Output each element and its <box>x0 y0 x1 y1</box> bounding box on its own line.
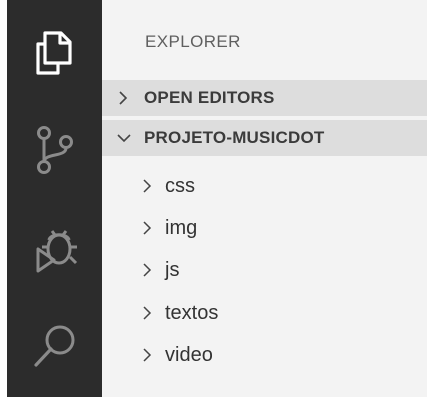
files-icon <box>32 25 78 75</box>
activity-source-control[interactable] <box>7 106 102 194</box>
explorer-sidebar: EXPLORER OPEN EDITORS PROJETO-MUSICDOT c… <box>102 0 427 397</box>
activity-explorer[interactable] <box>7 6 102 94</box>
vscode-window: EXPLORER OPEN EDITORS PROJETO-MUSICDOT c… <box>0 0 427 405</box>
section-project-root[interactable]: PROJETO-MUSICDOT <box>102 120 427 156</box>
folder-label: img <box>165 216 198 239</box>
source-control-icon <box>32 125 78 175</box>
search-icon <box>30 321 80 371</box>
section-label: OPEN EDITORS <box>144 88 275 107</box>
chevron-right-icon <box>116 90 130 111</box>
folder-img[interactable]: img <box>102 208 427 248</box>
folder-textos[interactable]: textos <box>102 293 427 333</box>
bottom-edge <box>0 397 427 405</box>
chevron-right-icon <box>141 220 153 241</box>
folder-label: textos <box>165 301 219 324</box>
sidebar-title: EXPLORER <box>145 32 241 51</box>
folder-label: css <box>165 174 195 197</box>
debug-icon <box>30 225 80 275</box>
folder-label: js <box>165 258 180 281</box>
section-open-editors[interactable]: OPEN EDITORS <box>102 80 427 116</box>
activity-bar <box>7 0 102 397</box>
chevron-right-icon <box>141 347 153 368</box>
chevron-right-icon <box>141 262 153 283</box>
folder-css[interactable]: css <box>102 166 427 206</box>
folder-video[interactable]: video <box>102 335 427 375</box>
chevron-down-icon <box>116 130 132 151</box>
folder-label: video <box>165 343 213 366</box>
folder-js[interactable]: js <box>102 250 427 290</box>
chevron-right-icon <box>141 178 153 199</box>
activity-search[interactable] <box>7 302 102 390</box>
section-label: PROJETO-MUSICDOT <box>144 128 325 147</box>
chevron-right-icon <box>141 305 153 326</box>
activity-debug[interactable] <box>7 206 102 294</box>
